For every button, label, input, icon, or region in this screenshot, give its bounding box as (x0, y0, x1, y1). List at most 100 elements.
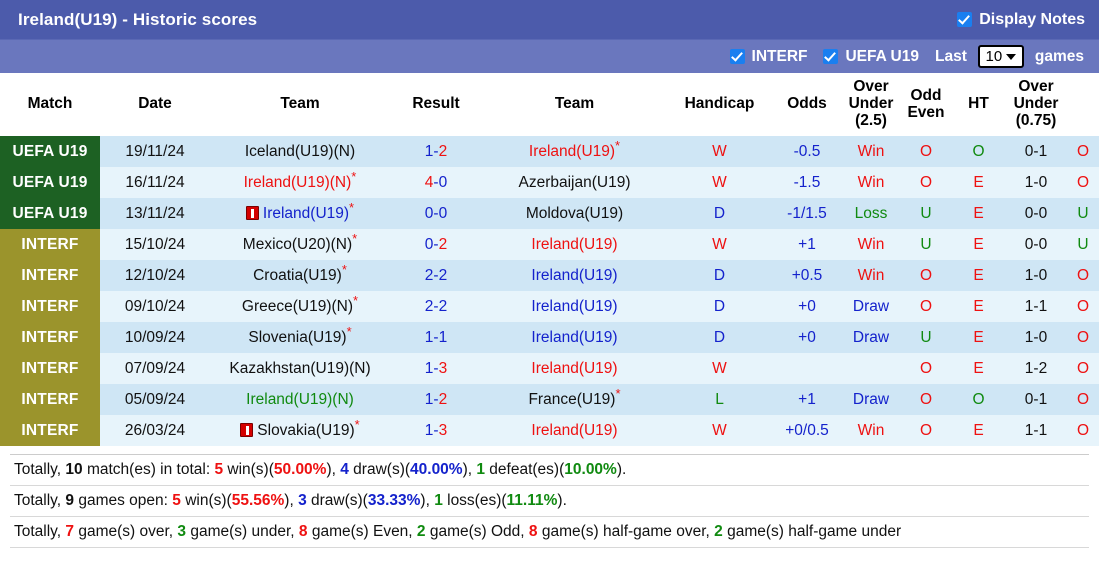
cell-handicap: +1 (772, 384, 842, 415)
col-header-over-under-075[interactable]: Over Under (0.75) (1005, 73, 1067, 136)
interf-checkbox-icon[interactable] (729, 49, 745, 64)
col-header-ht[interactable]: HT (952, 73, 1005, 136)
home-team-name: Slovenia(U19) (248, 328, 347, 346)
cell-away-team[interactable]: Ireland(U19) (482, 260, 667, 291)
s1-close2: ), (462, 461, 477, 478)
cell-home-team[interactable]: Ireland(U19)* (210, 198, 390, 229)
col-header-odds[interactable]: Odds (772, 73, 842, 136)
summary-section: Totally, 10 match(es) in total: 5 win(s)… (0, 446, 1099, 548)
cell-league-badge: INTERF (0, 322, 100, 353)
table-row[interactable]: INTERF 10/09/24 Slovenia(U19)* 1-1 Ireland(U… (0, 322, 1099, 353)
s3-half-over-text: game(s) half-game over, (537, 523, 715, 540)
s3-odd-text: game(s) Odd, (425, 523, 529, 540)
cell-home-team[interactable]: Kazakhstan(U19)(N) (210, 353, 390, 384)
page-title: Ireland(U19) - Historic scores (18, 9, 258, 29)
table-row[interactable]: INTERF 09/10/24 Greece(U19)(N)* 2-2 Ireland(… (0, 291, 1099, 322)
cell-league-badge: INTERF (0, 229, 100, 260)
s3-even: 8 (298, 523, 308, 540)
table-row[interactable]: UEFA U19 16/11/24 Ireland(U19)(N)* 4-0 Azerb… (0, 167, 1099, 198)
ou075-line2: Under (1013, 95, 1059, 113)
cell-result-score: 1-2 (390, 136, 482, 167)
cell-handicap: +0 (772, 291, 842, 322)
s3-half-under: 2 (714, 523, 723, 540)
col-header-date[interactable]: Date (100, 73, 210, 136)
cell-home-team[interactable]: Slovenia(U19)* (210, 322, 390, 353)
display-notes-checkbox-icon[interactable] (957, 12, 973, 27)
col-header-result[interactable]: Result (390, 73, 482, 136)
cell-away-team[interactable]: Ireland(U19) (482, 229, 667, 260)
cell-home-team[interactable]: Iceland(U19)(N) (210, 136, 390, 167)
away-team-name: Ireland(U19) (531, 421, 618, 439)
table-row[interactable]: INTERF 26/03/24 Slovakia(U19)* 1-3 Ireland(U… (0, 415, 1099, 446)
cell-over-under-25: O (900, 353, 952, 384)
table-row[interactable]: UEFA U19 13/11/24 Ireland(U19)* 0-0 Moldova(… (0, 198, 1099, 229)
col-header-odd-even[interactable]: Odd Even (900, 73, 952, 136)
home-team-name: Iceland(U19)(N) (244, 142, 356, 160)
cell-away-team[interactable]: Moldova(U19) (482, 198, 667, 229)
oddeven-line1: Odd (910, 86, 942, 104)
col-header-team2[interactable]: Team (482, 73, 667, 136)
col-header-team1[interactable]: Team (210, 73, 390, 136)
games-count-select[interactable]: 10 (977, 45, 1024, 68)
col-header-match[interactable]: Match (0, 73, 100, 136)
uefa-checkbox-icon[interactable] (823, 49, 839, 64)
historic-scores-table: Match Date Team Result Team Handicap Odd… (0, 73, 1099, 446)
cell-odd-even: O (952, 384, 1005, 415)
cell-odds: Draw (842, 291, 900, 322)
table-row[interactable]: INTERF 12/10/24 Croatia(U19)* 2-2 Ireland(U1… (0, 260, 1099, 291)
cell-date: 05/09/24 (100, 384, 210, 415)
display-notes-toggle[interactable]: Display Notes (957, 11, 1085, 29)
table-row[interactable]: UEFA U19 19/11/24 Iceland(U19)(N) 1-2 Irelan… (0, 136, 1099, 167)
cell-over-under-25: U (900, 229, 952, 260)
cell-half-time: 0-1 (1005, 136, 1067, 167)
table-row[interactable]: INTERF 15/10/24 Mexico(U20)(N)* 0-2 Ireland(… (0, 229, 1099, 260)
cell-result-letter: W (667, 415, 772, 446)
note-star-icon: * (615, 385, 621, 401)
cell-away-team[interactable]: Ireland(U19) (482, 291, 667, 322)
s2-prefix: Totally, (14, 492, 66, 509)
cell-odd-even: O (952, 136, 1005, 167)
cell-date: 15/10/24 (100, 229, 210, 260)
cell-over-under-075: O (1067, 167, 1099, 198)
cell-away-team[interactable]: France(U19)* (482, 384, 667, 415)
uefa-label: UEFA U19 (845, 47, 919, 65)
table-row[interactable]: INTERF 07/09/24 Kazakhstan(U19)(N) 1-3 Irela… (0, 353, 1099, 384)
cell-result-score: 2-2 (390, 291, 482, 322)
away-team-name: Ireland(U19) (531, 297, 618, 315)
cell-odds: Win (842, 260, 900, 291)
away-team-name: France(U19) (528, 390, 616, 408)
cell-away-team[interactable]: Azerbaijan(U19) (482, 167, 667, 198)
cell-odd-even: E (952, 229, 1005, 260)
cell-home-team[interactable]: Greece(U19)(N)* (210, 291, 390, 322)
cell-result-score: 1-2 (390, 384, 482, 415)
cell-away-team[interactable]: Ireland(U19) (482, 353, 667, 384)
filter-interf[interactable]: INTERF (729, 48, 807, 66)
filter-uefa-u19[interactable]: UEFA U19 (823, 48, 919, 66)
table-header: Match Date Team Result Team Handicap Odd… (0, 73, 1099, 136)
cell-away-team[interactable]: Ireland(U19)* (482, 136, 667, 167)
cell-home-team[interactable]: Croatia(U19)* (210, 260, 390, 291)
s3-under-text: game(s) under, (186, 523, 299, 540)
historic-scores-page: Ireland(U19) - Historic scores Display N… (0, 0, 1099, 567)
cell-home-team[interactable]: Slovakia(U19)* (210, 415, 390, 446)
cell-home-team[interactable]: Mexico(U20)(N)* (210, 229, 390, 260)
cell-over-under-075: O (1067, 291, 1099, 322)
cell-away-team[interactable]: Ireland(U19) (482, 322, 667, 353)
cell-over-under-075: O (1067, 260, 1099, 291)
cell-result-score: 1-3 (390, 353, 482, 384)
cell-league-badge: INTERF (0, 260, 100, 291)
cell-home-team[interactable]: Ireland(U19)(N) (210, 384, 390, 415)
cell-away-team[interactable]: Ireland(U19) (482, 415, 667, 446)
score-away: 2 (438, 235, 448, 253)
cell-home-team[interactable]: Ireland(U19)(N)* (210, 167, 390, 198)
s2-wins: 5 (172, 492, 181, 509)
score-away: 2 (438, 297, 448, 315)
cell-odd-even: E (952, 353, 1005, 384)
table-row[interactable]: INTERF 05/09/24 Ireland(U19)(N) 1-2 France(U… (0, 384, 1099, 415)
cell-odds: Win (842, 167, 900, 198)
col-header-over-under-25[interactable]: Over Under (2.5) (842, 73, 900, 136)
s3-prefix: Totally, (14, 523, 66, 540)
cell-result-score: 2-2 (390, 260, 482, 291)
col-header-handicap[interactable]: Handicap (667, 73, 772, 136)
cell-date: 19/11/24 (100, 136, 210, 167)
